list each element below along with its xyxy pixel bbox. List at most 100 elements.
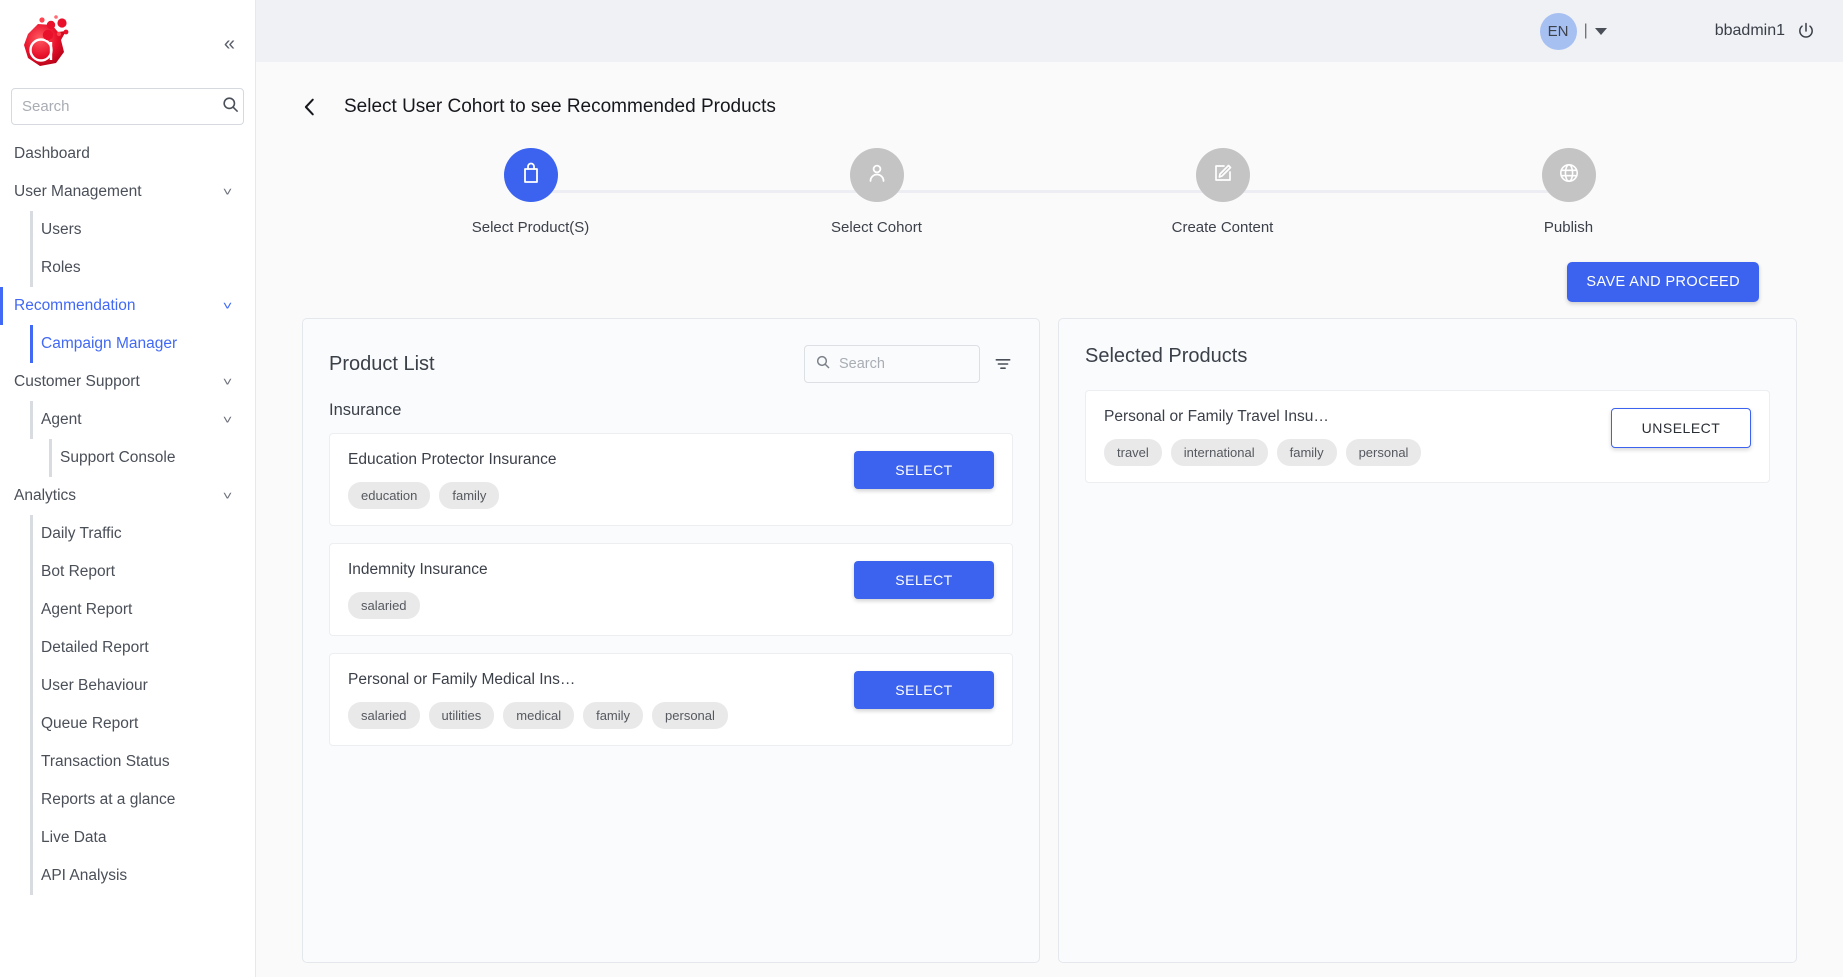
app-logo[interactable] — [14, 14, 78, 74]
chevron-down-icon[interactable]: ˅ — [223, 185, 232, 199]
nav-rail-active — [30, 325, 33, 363]
sidebar-item-campaign-manager[interactable]: Campaign Manager — [0, 325, 255, 363]
edit-icon-circle[interactable] — [1195, 148, 1250, 202]
briefcase-icon — [519, 161, 543, 190]
sidebar-item-bot-report[interactable]: Bot Report — [0, 553, 255, 591]
save-and-proceed-button[interactable]: SAVE AND PROCEED — [1567, 262, 1759, 302]
product-name: Personal or Family Medical Ins… — [348, 671, 576, 688]
filter-icon[interactable] — [993, 354, 1013, 374]
language-pill[interactable]: EN — [1539, 12, 1577, 50]
stepper-step-1[interactable]: Select Product(S) — [426, 148, 636, 236]
panels: Product List Search Insurance Education … — [302, 318, 1797, 963]
tag: personal — [652, 702, 728, 729]
sidebar-item-support-console[interactable]: Support Console — [0, 439, 255, 477]
product-info: Personal or Family Travel Insu… travel int… — [1104, 408, 1611, 466]
content-area: Select User Cohort to see Recommended Pr… — [256, 62, 1843, 977]
stepper-step-4[interactable]: Publish — [1464, 148, 1674, 236]
tag: medical — [503, 702, 575, 729]
sidebar-item-queue-report[interactable]: Queue Report — [0, 705, 255, 743]
globe-icon-circle[interactable] — [1541, 148, 1596, 202]
sidebar-item-customer-support[interactable]: Customer Support ˅ — [0, 363, 255, 401]
sidebar-item-user-behaviour[interactable]: User Behaviour — [0, 667, 255, 705]
stepper-step-label: Select Cohort — [831, 219, 922, 236]
sidebar-item-live-data[interactable]: Live Data — [0, 819, 255, 857]
search-icon — [815, 354, 831, 375]
stepper-step-label: Publish — [1543, 219, 1594, 236]
sidebar-item-users[interactable]: Users — [0, 211, 255, 249]
nav-rail — [30, 705, 33, 743]
sidebar-item-reports-at-a-glance[interactable]: Reports at a glance — [0, 781, 255, 819]
globe-icon — [1557, 161, 1581, 190]
power-icon[interactable] — [1796, 21, 1816, 41]
topbar: EN | bbadmin1 — [256, 0, 1843, 62]
tag: utilities — [428, 702, 495, 729]
select-product-button[interactable]: SELECT — [854, 451, 994, 489]
chevron-down-icon[interactable]: ˅ — [223, 489, 232, 503]
tag: salaried — [348, 592, 420, 619]
collapse-sidebar-icon[interactable]: « — [224, 34, 235, 54]
product-search[interactable] — [804, 345, 1026, 383]
select-product-button[interactable]: SELECT — [854, 671, 994, 709]
nav-rail — [30, 743, 33, 781]
user-menu[interactable]: bbadmin1 — [1715, 21, 1816, 41]
person-icon — [865, 161, 889, 190]
back-icon[interactable] — [297, 94, 323, 120]
product-info: Personal or Family Medical Ins… salaried u… — [348, 671, 854, 729]
sidebar-item-label: Live Data — [41, 829, 107, 846]
sidebar-item-label: User Behaviour — [41, 677, 148, 694]
sidebar-item-label: Campaign Manager — [41, 335, 178, 352]
sidebar-item-label: Dashboard — [14, 145, 90, 162]
sidebar-item-daily-traffic[interactable]: Daily Traffic — [0, 515, 255, 553]
tag-list: education family — [348, 482, 854, 509]
select-product-button[interactable]: SELECT — [854, 561, 994, 599]
sidebar-item-label: Support Console — [60, 449, 176, 466]
product-name: Education Protector Insurance — [348, 451, 557, 468]
sidebar-search[interactable] — [11, 88, 244, 125]
sidebar-item-transaction-status[interactable]: Transaction Status — [0, 743, 255, 781]
tag: family — [583, 702, 644, 729]
sidebar-item-label: Reports at a glance — [41, 791, 176, 808]
stepper-step-label: Create Content — [1171, 219, 1274, 236]
tag-list: salaried — [348, 592, 854, 619]
edit-icon — [1211, 161, 1235, 190]
language-selector[interactable]: EN | — [1539, 12, 1607, 50]
sidebar-item-api-analysis[interactable]: API Analysis — [0, 857, 255, 895]
sidebar-item-agent-report[interactable]: Agent Report — [0, 591, 255, 629]
wizard-stepper: Select Product(S) Select Cohort Create Con… — [426, 148, 1674, 248]
sidebar-item-agent[interactable]: Agent ˅ — [0, 401, 255, 439]
sidebar-item-label: Analytics — [14, 487, 77, 504]
sidebar-item-recommendation[interactable]: Recommendation ˅ — [0, 287, 255, 325]
sidebar-item-label: Daily Traffic — [41, 525, 122, 542]
product-card: Indemnity Insurance salaried SELECT — [329, 543, 1013, 636]
product-card: Education Protector Insurance education fa… — [329, 433, 1013, 526]
unselect-product-button[interactable]: UNSELECT — [1611, 408, 1751, 448]
selected-products-panel: Selected Products Personal or Family Tra… — [1058, 318, 1797, 963]
page-title: Select User Cohort to see Recommended Pr… — [344, 95, 776, 117]
sidebar-item-label: API Analysis — [41, 867, 128, 884]
chevron-down-icon[interactable]: ˅ — [223, 299, 232, 313]
chevron-down-icon[interactable]: ˅ — [223, 375, 232, 389]
chevron-down-icon[interactable]: ˅ — [223, 413, 232, 427]
sidebar-item-user-management[interactable]: User Management ˅ — [0, 173, 255, 211]
sidebar-item-dashboard[interactable]: Dashboard — [0, 135, 255, 173]
briefcase-icon-circle[interactable] — [503, 148, 558, 202]
stepper-step-2[interactable]: Select Cohort — [772, 148, 982, 236]
chevron-down-icon[interactable] — [1594, 27, 1607, 35]
sidebar-item-detailed-report[interactable]: Detailed Report — [0, 629, 255, 667]
product-cards: Education Protector Insurance education fa… — [329, 433, 1013, 746]
product-group-title: Insurance — [329, 401, 402, 419]
app-root: « Dashboard User Management ˅ Users Roles Rec… — [0, 0, 1843, 977]
sidebar-item-label: Detailed Report — [41, 639, 149, 656]
stepper-steps: Select Product(S) Select Cohort Create Con… — [426, 148, 1674, 236]
person-icon-circle[interactable] — [849, 148, 904, 202]
username-label: bbadmin1 — [1714, 22, 1785, 39]
tag-list: salaried utilities medical family personal — [348, 702, 854, 729]
stepper-step-3[interactable]: Create Content — [1118, 148, 1328, 236]
sidebar-search-input[interactable] — [22, 98, 221, 115]
nav-rail — [30, 211, 33, 249]
sidebar-item-analytics[interactable]: Analytics ˅ — [0, 477, 255, 515]
sidebar-item-label: Transaction Status — [41, 753, 170, 770]
nav-rail — [30, 515, 33, 553]
product-info: Indemnity Insurance salaried — [348, 561, 854, 619]
sidebar-item-roles[interactable]: Roles — [0, 249, 255, 287]
